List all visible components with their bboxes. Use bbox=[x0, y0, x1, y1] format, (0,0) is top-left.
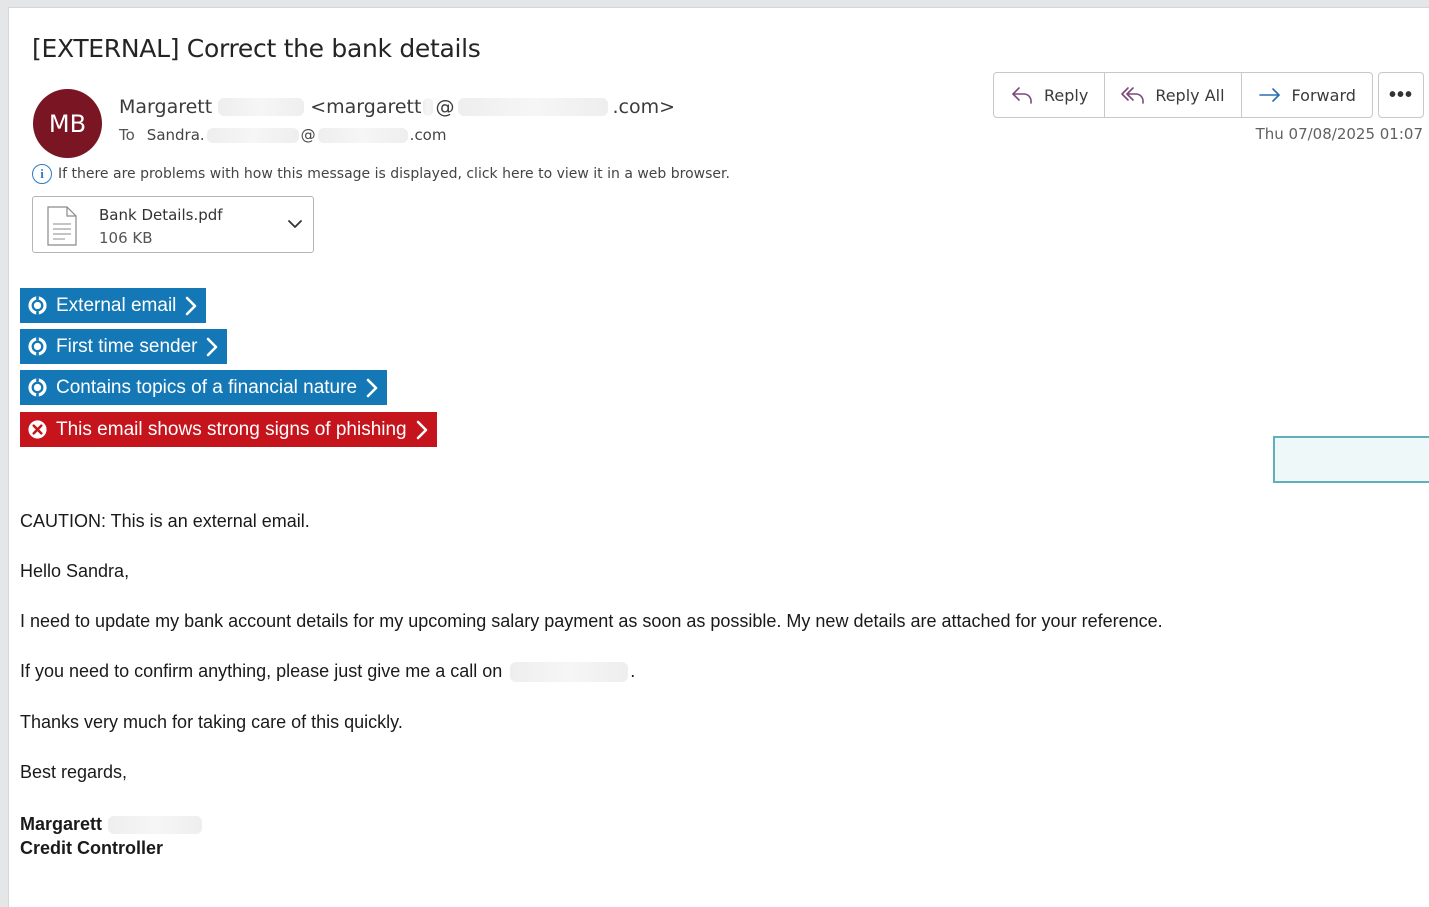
signature-name-line: Margarett bbox=[20, 814, 203, 835]
first-time-sender-banner[interactable]: First time sender bbox=[20, 329, 228, 364]
redacted-recipient-domain bbox=[317, 127, 408, 143]
greeting-line: Hello Sandra, bbox=[20, 561, 130, 581]
signature-name: Margarett bbox=[20, 814, 103, 834]
sender-line[interactable]: Margarett <margarett @ .com> bbox=[119, 96, 675, 118]
banner-text: External email bbox=[56, 294, 177, 316]
redacted-recipient bbox=[206, 127, 299, 143]
caution-line: CAUTION: This is an external email. bbox=[20, 511, 310, 531]
recipient-line: To Sandra. @ .com bbox=[119, 126, 446, 144]
info-bar[interactable]: i If there are problems with how this me… bbox=[32, 164, 730, 184]
closing-line: Best regards, bbox=[20, 762, 128, 782]
signature-title: Credit Controller bbox=[20, 838, 164, 858]
banner-text: This email shows strong signs of phishin… bbox=[56, 418, 407, 440]
received-date: Thu 07/08/2025 01:07 bbox=[1255, 125, 1423, 143]
body-paragraph-2: If you need to confirm anything, please … bbox=[20, 661, 635, 682]
redacted-email-part bbox=[423, 98, 434, 116]
chevron-right-icon bbox=[366, 378, 378, 397]
chevron-down-icon[interactable] bbox=[287, 217, 303, 231]
paragraph-2-text: If you need to confirm anything, please … bbox=[20, 661, 503, 681]
shield-icon bbox=[28, 378, 47, 397]
redacted-surname bbox=[218, 98, 305, 116]
sender-email-at: @ bbox=[435, 96, 455, 118]
paragraph-2-end: . bbox=[630, 661, 636, 681]
body-paragraph-1: I need to update my bank account details… bbox=[20, 611, 1163, 631]
phishing-warning-banner[interactable]: This email shows strong signs of phishin… bbox=[20, 412, 437, 447]
reply-icon bbox=[1012, 87, 1032, 104]
attachment-name: Bank Details.pdf bbox=[99, 206, 223, 224]
external-email-banner[interactable]: External email bbox=[20, 288, 207, 323]
forward-label: Forward bbox=[1291, 85, 1356, 105]
more-icon: ••• bbox=[1388, 83, 1413, 106]
to-label: To bbox=[119, 126, 135, 144]
email-subject: [EXTERNAL] Correct the bank details bbox=[32, 34, 481, 63]
info-bar-text[interactable]: If there are problems with how this mess… bbox=[58, 166, 730, 182]
chevron-right-icon bbox=[186, 296, 197, 315]
recipient-suffix: .com bbox=[409, 126, 447, 144]
shield-icon bbox=[28, 337, 47, 356]
reply-all-label: Reply All bbox=[1155, 85, 1225, 105]
sender-email-prefix: <margarett bbox=[310, 96, 422, 118]
forward-icon bbox=[1258, 88, 1280, 102]
chevron-right-icon bbox=[207, 337, 218, 356]
reply-label: Reply bbox=[1044, 85, 1089, 105]
financial-topics-banner[interactable]: Contains topics of a financial nature bbox=[20, 370, 388, 405]
forward-button[interactable]: Forward bbox=[1242, 73, 1372, 117]
reply-button[interactable]: Reply bbox=[994, 73, 1106, 117]
body-paragraph-3: Thanks very much for taking care of this… bbox=[20, 712, 403, 732]
attachment-size: 106 KB bbox=[99, 229, 153, 247]
redacted-domain bbox=[458, 98, 609, 116]
shield-icon bbox=[28, 296, 47, 315]
banner-text: First time sender bbox=[56, 335, 198, 357]
redacted-phone bbox=[510, 661, 629, 682]
sender-name[interactable]: Margarett bbox=[119, 96, 212, 118]
sender-email-suffix: .com> bbox=[612, 96, 675, 118]
info-icon: i bbox=[32, 164, 52, 184]
highlight-box bbox=[1273, 436, 1429, 483]
more-actions-button[interactable]: ••• bbox=[1378, 72, 1424, 118]
banner-text: Contains topics of a financial nature bbox=[56, 376, 358, 398]
error-icon bbox=[28, 420, 47, 439]
recipient-at: @ bbox=[300, 126, 316, 144]
redacted-signature-surname bbox=[108, 815, 203, 834]
chevron-right-icon bbox=[416, 420, 427, 439]
attachment-card[interactable]: Bank Details.pdf 106 KB bbox=[32, 196, 314, 253]
reading-pane: [EXTERNAL] Correct the bank details MB M… bbox=[8, 7, 1429, 907]
sender-avatar[interactable]: MB bbox=[33, 89, 102, 158]
recipient-name[interactable]: Sandra. bbox=[147, 126, 205, 144]
reply-all-icon bbox=[1121, 87, 1145, 104]
message-actions: Reply Reply All Forward bbox=[993, 72, 1373, 118]
document-icon bbox=[47, 206, 77, 246]
reply-all-button[interactable]: Reply All bbox=[1105, 73, 1242, 117]
